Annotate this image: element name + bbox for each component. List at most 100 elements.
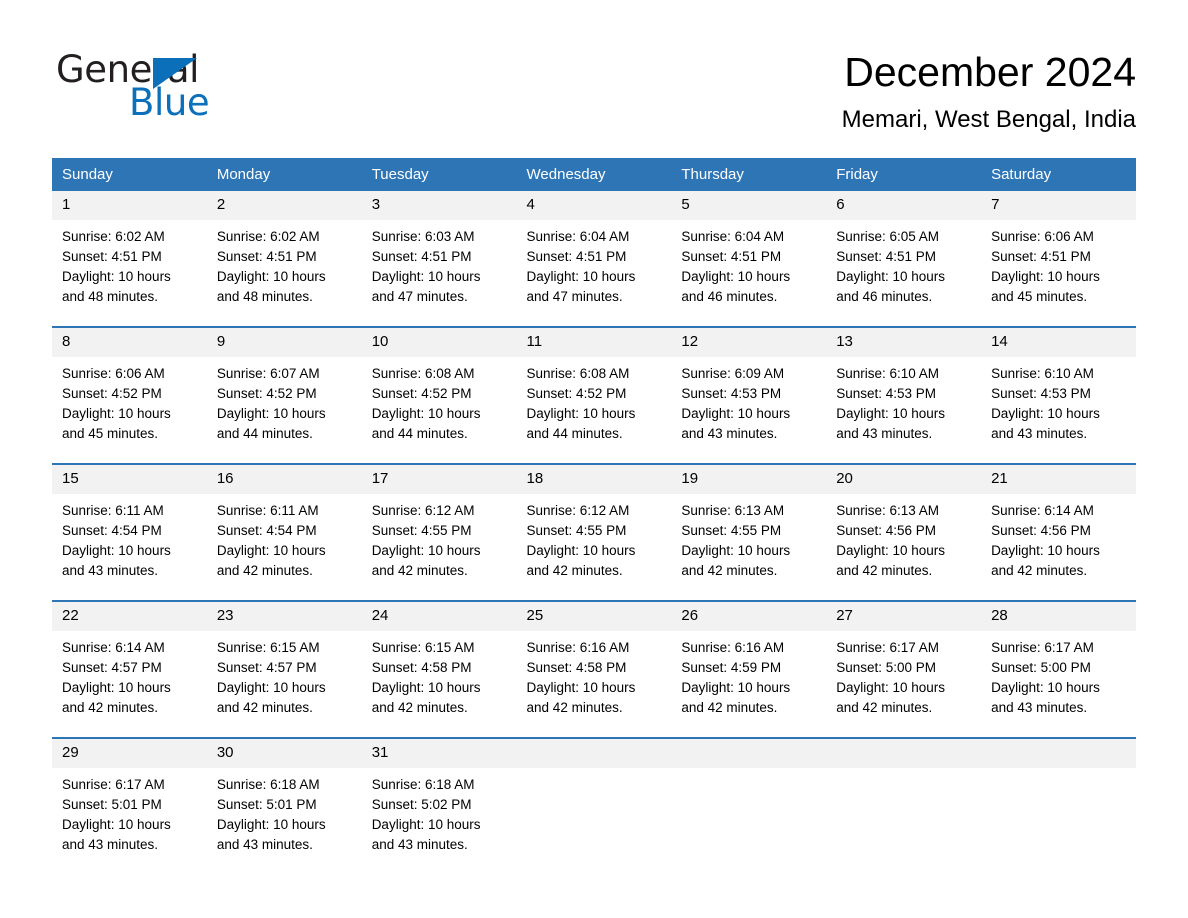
day-cell-content: 27 Sunrise: 6:17 AM Sunset: 5:00 PM Dayligh… bbox=[826, 602, 982, 737]
sunrise-text: Sunrise: 6:16 AM bbox=[681, 640, 785, 655]
sunset-text: Sunset: 4:54 PM bbox=[62, 523, 162, 538]
weekday-header-friday: Friday bbox=[826, 158, 982, 191]
day-number: 23 bbox=[206, 602, 362, 631]
sunrise-text: Sunrise: 6:18 AM bbox=[371, 777, 475, 792]
calendar-day-cell[interactable]: 20 Sunrise: 6:13 AM Sunset: 4:56 PM Dayligh… bbox=[826, 463, 982, 601]
daylight-text-line2: and 44 minutes. bbox=[216, 426, 313, 441]
calendar-day-cell[interactable]: 13 Sunrise: 6:10 AM Sunset: 4:53 PM Dayligh… bbox=[826, 326, 982, 464]
calendar-day-cell[interactable]: 5 Sunrise: 6:04 AM Sunset: 4:51 PM Daylight… bbox=[671, 191, 827, 327]
day-sun-info: Sunrise: 6:17 AM Sunset: 5:01 PM Daylight:… bbox=[52, 768, 207, 855]
daylight-text-line2: and 42 minutes. bbox=[681, 700, 778, 715]
daylight-text-line1: Daylight: 10 hours bbox=[681, 269, 791, 284]
day-cell-content bbox=[981, 739, 1136, 874]
calendar-day-cell[interactable]: 11 Sunrise: 6:08 AM Sunset: 4:52 PM Dayligh… bbox=[516, 326, 672, 464]
day-sun-info: Sunrise: 6:16 AM Sunset: 4:59 PM Daylight:… bbox=[671, 631, 826, 718]
calendar-day-cell[interactable]: 22 Sunrise: 6:14 AM Sunset: 4:57 PM Dayligh… bbox=[52, 600, 207, 738]
sunset-text: Sunset: 4:52 PM bbox=[216, 386, 317, 401]
day-cell-content: 31 Sunrise: 6:18 AM Sunset: 5:02 PM Dayligh… bbox=[361, 739, 517, 874]
daylight-text-line1: Daylight: 10 hours bbox=[836, 406, 946, 421]
day-cell-content: 2 Sunrise: 6:02 AM Sunset: 4:51 PM Daylight… bbox=[206, 191, 362, 326]
day-sun-info: Sunrise: 6:04 AM Sunset: 4:51 PM Daylight:… bbox=[671, 220, 826, 307]
day-number: 20 bbox=[826, 465, 982, 494]
calendar-day-cell[interactable]: 12 Sunrise: 6:09 AM Sunset: 4:53 PM Dayligh… bbox=[671, 326, 827, 464]
day-number: 7 bbox=[981, 191, 1136, 220]
calendar-day-cell[interactable]: 2 Sunrise: 6:02 AM Sunset: 4:51 PM Daylight… bbox=[206, 191, 362, 327]
calendar-day-cell[interactable]: 6 Sunrise: 6:05 AM Sunset: 4:51 PM Daylight… bbox=[826, 191, 982, 327]
day-cell-content bbox=[516, 739, 672, 874]
calendar-day-cell[interactable]: 8 Sunrise: 6:06 AM Sunset: 4:52 PM Daylight… bbox=[52, 326, 207, 464]
day-number: 24 bbox=[361, 602, 517, 631]
day-sun-info: Sunrise: 6:11 AM Sunset: 4:54 PM Daylight:… bbox=[52, 494, 207, 581]
day-cell-content: 30 Sunrise: 6:18 AM Sunset: 5:01 PM Dayligh… bbox=[206, 739, 362, 874]
calendar-day-cell[interactable]: 21 Sunrise: 6:14 AM Sunset: 4:56 PM Dayligh… bbox=[981, 463, 1136, 601]
calendar-day-cell[interactable]: 14 Sunrise: 6:10 AM Sunset: 4:53 PM Dayligh… bbox=[981, 326, 1136, 464]
day-sun-info: Sunrise: 6:13 AM Sunset: 4:56 PM Daylight:… bbox=[826, 494, 981, 581]
day-cell-content: 1 Sunrise: 6:02 AM Sunset: 4:51 PM Daylight… bbox=[52, 191, 207, 326]
sunset-text: Sunset: 4:53 PM bbox=[991, 386, 1091, 401]
calendar-day-cell[interactable]: 18 Sunrise: 6:12 AM Sunset: 4:55 PM Dayligh… bbox=[516, 463, 672, 601]
day-number: 25 bbox=[516, 602, 672, 631]
day-sun-info: Sunrise: 6:08 AM Sunset: 4:52 PM Daylight:… bbox=[517, 357, 672, 444]
calendar-day-cell[interactable]: 31 Sunrise: 6:18 AM Sunset: 5:02 PM Dayligh… bbox=[361, 737, 517, 874]
calendar-day-cell[interactable]: 30 Sunrise: 6:18 AM Sunset: 5:01 PM Dayligh… bbox=[206, 737, 362, 874]
calendar-day-cell[interactable]: 9 Sunrise: 6:07 AM Sunset: 4:52 PM Daylight… bbox=[206, 326, 362, 464]
sunset-text: Sunset: 5:00 PM bbox=[836, 660, 937, 675]
day-sun-info: Sunrise: 6:08 AM Sunset: 4:52 PM Daylight:… bbox=[362, 357, 517, 444]
day-cell-content: 16 Sunrise: 6:11 AM Sunset: 4:54 PM Dayligh… bbox=[206, 465, 362, 600]
calendar-day-cell[interactable]: 7 Sunrise: 6:06 AM Sunset: 4:51 PM Daylight… bbox=[981, 191, 1136, 327]
daylight-text-line1: Daylight: 10 hours bbox=[371, 680, 481, 695]
general-blue-logo[interactable]: General Blue bbox=[56, 50, 316, 123]
daylight-text-line2: and 44 minutes. bbox=[371, 426, 468, 441]
day-sun-info: Sunrise: 6:02 AM Sunset: 4:51 PM Daylight:… bbox=[52, 220, 207, 307]
calendar-day-cell[interactable]: 16 Sunrise: 6:11 AM Sunset: 4:54 PM Dayligh… bbox=[206, 463, 362, 601]
calendar-day-cell[interactable]: 26 Sunrise: 6:16 AM Sunset: 4:59 PM Dayligh… bbox=[671, 600, 827, 738]
daylight-text-line2: and 43 minutes. bbox=[991, 426, 1088, 441]
calendar-day-cell-empty bbox=[516, 737, 672, 874]
calendar-day-cell[interactable]: 3 Sunrise: 6:03 AM Sunset: 4:51 PM Daylight… bbox=[361, 191, 517, 327]
daylight-text-line2: and 42 minutes. bbox=[371, 563, 468, 578]
calendar-day-cell[interactable]: 4 Sunrise: 6:04 AM Sunset: 4:51 PM Daylight… bbox=[516, 191, 672, 327]
sunrise-text: Sunrise: 6:03 AM bbox=[371, 229, 475, 244]
calendar-day-cell[interactable]: 19 Sunrise: 6:13 AM Sunset: 4:55 PM Dayligh… bbox=[671, 463, 827, 601]
calendar-day-cell[interactable]: 10 Sunrise: 6:08 AM Sunset: 4:52 PM Dayligh… bbox=[361, 326, 517, 464]
daylight-text-line2: and 43 minutes. bbox=[681, 426, 778, 441]
calendar-day-cell[interactable]: 28 Sunrise: 6:17 AM Sunset: 5:00 PM Dayligh… bbox=[981, 600, 1136, 738]
day-cell-content: 13 Sunrise: 6:10 AM Sunset: 4:53 PM Dayligh… bbox=[826, 328, 982, 463]
sunrise-text: Sunrise: 6:16 AM bbox=[526, 640, 630, 655]
sunset-text: Sunset: 5:02 PM bbox=[371, 797, 472, 812]
sunset-text: Sunset: 5:01 PM bbox=[62, 797, 162, 812]
day-number: 27 bbox=[826, 602, 982, 631]
title-block: December 2024 Memari, West Bengal, India bbox=[842, 48, 1136, 134]
sunset-text: Sunset: 4:59 PM bbox=[681, 660, 782, 675]
page-title: December 2024 bbox=[844, 49, 1136, 95]
day-number: 30 bbox=[206, 739, 362, 768]
day-cell-content: 12 Sunrise: 6:09 AM Sunset: 4:53 PM Dayligh… bbox=[671, 328, 827, 463]
day-sun-info: Sunrise: 6:12 AM Sunset: 4:55 PM Daylight:… bbox=[362, 494, 517, 581]
day-cell-content bbox=[826, 739, 982, 874]
calendar-day-cell[interactable]: 29 Sunrise: 6:17 AM Sunset: 5:01 PM Dayligh… bbox=[52, 737, 207, 874]
sunset-text: Sunset: 4:58 PM bbox=[526, 660, 627, 675]
calendar-day-cell[interactable]: 1 Sunrise: 6:02 AM Sunset: 4:51 PM Daylight… bbox=[52, 191, 207, 327]
calendar-day-cell[interactable]: 27 Sunrise: 6:17 AM Sunset: 5:00 PM Dayligh… bbox=[826, 600, 982, 738]
calendar-day-cell[interactable]: 17 Sunrise: 6:12 AM Sunset: 4:55 PM Dayligh… bbox=[361, 463, 517, 601]
calendar-day-cell[interactable]: 24 Sunrise: 6:15 AM Sunset: 4:58 PM Dayligh… bbox=[361, 600, 517, 738]
day-cell-content: 17 Sunrise: 6:12 AM Sunset: 4:55 PM Dayligh… bbox=[361, 465, 517, 600]
calendar-day-cell[interactable]: 25 Sunrise: 6:16 AM Sunset: 4:58 PM Dayligh… bbox=[516, 600, 672, 738]
day-number: 15 bbox=[52, 465, 207, 494]
day-number: 2 bbox=[206, 191, 362, 220]
sunset-text: Sunset: 4:51 PM bbox=[371, 249, 472, 264]
day-sun-info: Sunrise: 6:07 AM Sunset: 4:52 PM Daylight:… bbox=[207, 357, 362, 444]
sunset-text: Sunset: 4:51 PM bbox=[526, 249, 627, 264]
daylight-text-line1: Daylight: 10 hours bbox=[681, 406, 791, 421]
calendar-day-cell[interactable]: 23 Sunrise: 6:15 AM Sunset: 4:57 PM Dayligh… bbox=[206, 600, 362, 738]
daylight-text-line2: and 46 minutes. bbox=[836, 289, 933, 304]
page-subtitle: Memari, West Bengal, India bbox=[841, 106, 1136, 133]
daylight-text-line2: and 42 minutes. bbox=[526, 700, 623, 715]
day-cell-content: 18 Sunrise: 6:12 AM Sunset: 4:55 PM Dayligh… bbox=[516, 465, 672, 600]
daylight-text-line1: Daylight: 10 hours bbox=[526, 269, 636, 284]
sunset-text: Sunset: 4:57 PM bbox=[62, 660, 162, 675]
calendar-day-cell[interactable]: 15 Sunrise: 6:11 AM Sunset: 4:54 PM Dayligh… bbox=[52, 463, 207, 601]
day-number: 11 bbox=[516, 328, 672, 357]
day-sun-info: Sunrise: 6:14 AM Sunset: 4:56 PM Daylight:… bbox=[981, 494, 1136, 581]
daylight-text-line2: and 43 minutes. bbox=[991, 700, 1088, 715]
